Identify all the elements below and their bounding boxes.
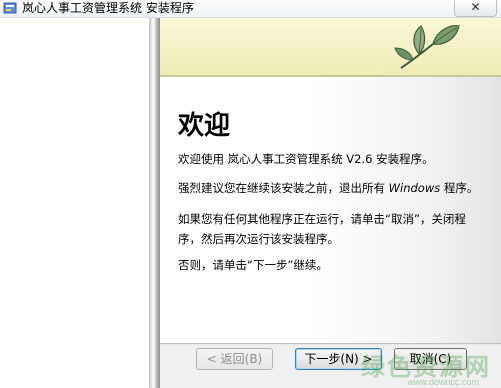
close-icon[interactable]: ✕ bbox=[470, 0, 480, 14]
cancel-instructions-paragraph: 如果您有任何其他程序正在运行，请单击“取消”，关闭程 序，然后再次运行该安装程序… bbox=[178, 209, 498, 249]
panel-separator bbox=[150, 18, 160, 388]
welcome-content: 欢迎 欢迎使用 岚心人事工资管理系统 V2.6 安装程序。 强烈建议您在继续该安… bbox=[160, 77, 501, 343]
windows-text: Windows bbox=[388, 181, 441, 195]
page-heading: 欢迎 bbox=[178, 111, 231, 141]
watermark-url: www.downcc.com bbox=[407, 377, 479, 387]
back-button[interactable]: < 返回(B) bbox=[196, 348, 273, 370]
cancel-button[interactable]: 取消(C) bbox=[394, 348, 467, 370]
left-side-panel bbox=[0, 18, 150, 388]
installer-window: 岚心人事工资管理系统 安装程序 ✕ 欢迎 欢迎使用 岚心人事工资管理系统 V2.… bbox=[0, 0, 501, 388]
welcome-paragraph: 欢迎使用 岚心人事工资管理系统 V2.6 安装程序。 bbox=[178, 152, 434, 166]
close-programs-paragraph: 强烈建议您在继续该安装之前，退出所有 Windows 程序。 bbox=[178, 178, 498, 198]
cancel-instructions-line1: 如果您有任何其他程序正在运行，请单击“取消”，关闭程 bbox=[178, 212, 466, 226]
header-banner bbox=[160, 18, 501, 77]
close-programs-text-b: 程序。 bbox=[440, 181, 479, 195]
continue-paragraph: 否则，请单击“下一步”继续。 bbox=[178, 258, 328, 272]
installer-app-icon bbox=[3, 2, 17, 14]
next-button[interactable]: 下一步(N) > bbox=[295, 348, 382, 370]
window-title: 岚心人事工资管理系统 安装程序 bbox=[22, 1, 194, 15]
cancel-instructions-line2: 序，然后再次运行该安装程序。 bbox=[178, 232, 339, 246]
leaves-decoration-icon bbox=[394, 25, 460, 69]
title-bar[interactable]: 岚心人事工资管理系统 安装程序 ✕ bbox=[0, 0, 501, 18]
bottom-divider bbox=[160, 343, 501, 345]
close-programs-text-a: 强烈建议您在继续该安装之前，退出所有 bbox=[178, 181, 389, 195]
close-button[interactable]: ✕ bbox=[454, 0, 497, 17]
